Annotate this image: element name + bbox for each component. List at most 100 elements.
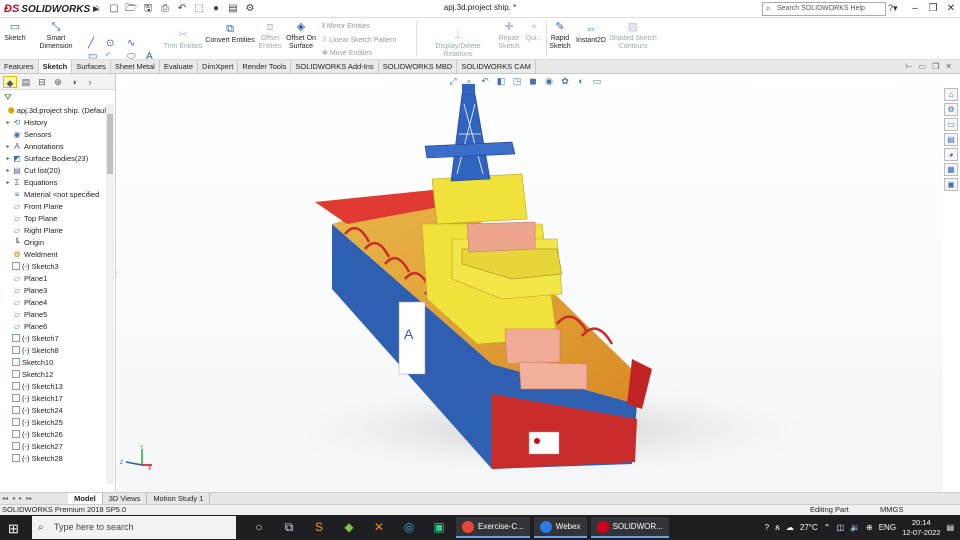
property-manager-tab-icon[interactable]: ▤ (19, 76, 33, 88)
undo-icon[interactable]: ↶ (175, 2, 189, 16)
previous-view-icon[interactable]: ↶ (479, 76, 491, 87)
sublime-icon[interactable]: S (306, 517, 332, 538)
solidworks-resources-icon[interactable]: ⌂ (944, 88, 958, 101)
restore-icon[interactable]: ❐ (924, 1, 942, 17)
trim-entities-button[interactable]: ✂ Trim Entities (162, 28, 204, 51)
view-orientation-icon[interactable]: ◳ (511, 76, 523, 87)
linear-sketch-pattern-button[interactable]: ⠿ Linear Sketch Pattern (322, 36, 396, 44)
tree-item[interactable]: ▸ ⟲ History (0, 116, 106, 128)
smart-dimension-button[interactable]: ⤡ Smart Dimension (30, 20, 82, 51)
globe-icon[interactable]: ⊕ (866, 523, 873, 532)
tree-item[interactable]: (-) Sketch17 (0, 392, 106, 404)
pycharm-icon[interactable]: ▣ (426, 517, 452, 538)
convert-entities-button[interactable]: ⧉ Convert Entities (204, 22, 256, 45)
expand-arrow-icon[interactable]: ▸ (4, 119, 12, 126)
ship-model[interactable]: A (117, 74, 943, 492)
minimize-icon[interactable]: – (906, 1, 924, 17)
pin-icon[interactable]: ⊢ (906, 60, 913, 74)
taskbar-app-button[interactable]: Exercise-C... (456, 517, 530, 538)
apply-scene-icon[interactable]: ◐ (575, 76, 587, 87)
spline-tool-icon[interactable]: ∿ (127, 38, 135, 49)
file-properties-icon[interactable]: ▤ (226, 2, 240, 16)
next-tab-icon[interactable]: ▸ (17, 495, 24, 502)
tree-item[interactable]: Sketch10 (0, 356, 106, 368)
tab-sheet-metal[interactable]: Sheet Metal (111, 60, 160, 73)
tree-item[interactable]: ▱ Plane3 (0, 284, 106, 296)
clock[interactable]: 20:14 12-07-2022 (902, 518, 940, 538)
tree-item[interactable]: ┗ Origin (0, 236, 106, 248)
prev-tab-icon[interactable]: ◂ (10, 495, 17, 502)
view-palette-icon[interactable]: ▤ (944, 133, 958, 146)
app-diamond-icon[interactable]: ◆ (336, 517, 362, 538)
feature-manager-tab-icon[interactable]: ◆ (3, 76, 17, 88)
taskbar-app-button[interactable]: Webex (533, 517, 587, 538)
display-manager-tab-icon[interactable]: ◑ (67, 76, 81, 88)
help-tray-icon[interactable]: ? (765, 523, 769, 532)
save-icon[interactable]: 🖫 (141, 2, 155, 16)
solidworks-forum-icon[interactable]: ▣ (944, 178, 958, 191)
solidworks-logo[interactable]: ƉS SOLIDWORKS ▶ (4, 2, 99, 16)
doc-close-icon[interactable]: ✕ (945, 60, 952, 74)
expand-arrow-icon[interactable]: ▸ (4, 167, 12, 174)
tab-solidworks-cam[interactable]: SOLIDWORKS CAM (457, 60, 536, 73)
expand-arrow-icon[interactable]: ▸ (4, 143, 12, 150)
tree-scrollbar[interactable] (106, 104, 114, 484)
tab-dimxpert[interactable]: DimXpert (198, 60, 239, 73)
taskbar-search-input[interactable]: ⌕ Type here to search (32, 516, 236, 539)
weather-temp[interactable]: 27°C (800, 523, 818, 532)
tree-item[interactable]: (-) Sketch7 (0, 332, 106, 344)
bottom-tab-motion-study-1[interactable]: Motion Study 1 (147, 493, 211, 504)
offset-entities-button[interactable]: ⧈ Offset Entities (258, 20, 282, 51)
edit-appearance-icon[interactable]: ✿ (559, 76, 571, 87)
more-tabs-icon[interactable]: › (83, 76, 97, 88)
scroll-thumb[interactable] (107, 114, 113, 174)
move-entities-button[interactable]: ✥ Move Entities (322, 49, 372, 57)
tab-surfaces[interactable]: Surfaces (72, 60, 111, 73)
tree-item[interactable]: ◉ Sensors (0, 128, 106, 140)
doc-minimize-icon[interactable]: ▭ (919, 60, 927, 74)
xampp-icon[interactable]: ✕ (366, 517, 392, 538)
view-settings-icon[interactable]: ▭ (591, 76, 603, 87)
unit-system[interactable]: MMGS (880, 505, 903, 515)
weather-icon[interactable]: ☁ (786, 523, 794, 532)
display-style-icon[interactable]: ◼ (527, 76, 539, 87)
tree-item[interactable]: ▸ A Annotations (0, 140, 106, 152)
select-icon[interactable]: ⬚ (192, 2, 206, 16)
tray-overflow-icon[interactable]: ⌃ (824, 523, 831, 532)
tree-item[interactable]: (-) Sketch25 (0, 416, 106, 428)
tree-item[interactable]: ▱ Front Plane (0, 200, 106, 212)
filter-icon[interactable]: ⛛ (0, 90, 115, 104)
instant2d-button[interactable]: ⇔ Instant2D (574, 22, 608, 45)
tree-item[interactable]: (-) Sketch3 (0, 260, 106, 272)
tree-item[interactable]: ⬢ apj.3d.project ship. (Defaul (0, 104, 106, 116)
tree-item[interactable]: ▱ Top Plane (0, 212, 106, 224)
tree-item[interactable]: (-) Sketch26 (0, 428, 106, 440)
zoom-area-icon[interactable]: ⌕ (463, 76, 475, 87)
mirror-entities-button[interactable]: ⫴ Mirror Entities (322, 23, 370, 31)
expand-arrow-icon[interactable]: ▸ (4, 179, 12, 186)
taskbar-app-button[interactable]: SOLIDWOR... (590, 517, 669, 538)
open-icon[interactable]: 🗁 (124, 2, 138, 16)
tree-item[interactable]: (-) Sketch24 (0, 404, 106, 416)
rapid-sketch-button[interactable]: ✎ Rapid Sketch (548, 20, 572, 51)
language-indicator[interactable]: ENG (879, 523, 896, 532)
line-tool-icon[interactable]: ╱ (88, 38, 94, 49)
help-search-input[interactable]: ⌕ Search SOLIDWORKS Help (762, 2, 886, 16)
tree-item[interactable]: ▸ Σ Equations (0, 176, 106, 188)
quick-snaps-button[interactable]: ⌖ Qui... (524, 20, 544, 43)
display-delete-relations-button[interactable]: ⊥ Display/Delete Relations (420, 28, 496, 59)
first-tab-icon[interactable]: ◂◂ (0, 495, 10, 502)
last-tab-icon[interactable]: ▸▸ (24, 495, 34, 502)
volume-icon[interactable]: 🔉 (850, 523, 860, 532)
new-document-icon[interactable]: ▢ (107, 2, 121, 16)
tree-item[interactable]: (-) Sketch28 (0, 452, 106, 464)
tree-item[interactable]: ▱ Right Plane (0, 224, 106, 236)
appearances-icon[interactable]: ◕ (944, 148, 958, 161)
sketch-button[interactable]: ▭ Sketch (3, 20, 27, 43)
tree-item[interactable]: ▱ Plane4 (0, 296, 106, 308)
doc-restore-icon[interactable]: ❐ (932, 60, 939, 74)
graphics-area[interactable]: A (117, 74, 943, 492)
dimxpert-manager-tab-icon[interactable]: ⊕ (51, 76, 65, 88)
tree-item[interactable]: ▱ Plane1 (0, 272, 106, 284)
bottom-tab-model[interactable]: Model (68, 493, 103, 504)
